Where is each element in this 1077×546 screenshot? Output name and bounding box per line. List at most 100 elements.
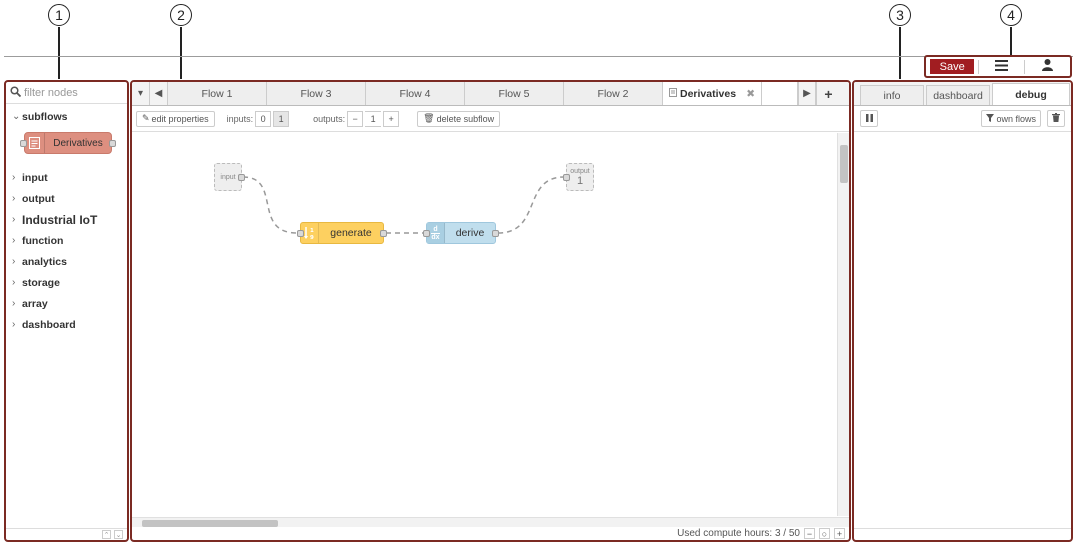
palette-category-function[interactable]: › function xyxy=(6,230,127,251)
subflow-node-label: Derivatives xyxy=(53,137,103,149)
chevron-right-icon: › xyxy=(12,235,16,246)
category-label: array xyxy=(22,297,48,310)
expand-all-button[interactable]: ⌃ xyxy=(102,530,111,539)
node-output-port xyxy=(492,230,499,237)
chevron-right-icon: › xyxy=(12,256,16,267)
palette-category-input[interactable]: › input xyxy=(6,167,127,188)
caret-right-icon: ▶ xyxy=(803,88,811,99)
wire-input-generate xyxy=(242,176,298,234)
subflow-node-derivatives[interactable]: Derivatives xyxy=(20,132,116,154)
user-menu-button[interactable] xyxy=(1029,58,1066,75)
outputs-group: outputs: − 1 + xyxy=(313,110,400,127)
zoom-reset-button[interactable]: ○ xyxy=(819,528,830,539)
collapse-all-button[interactable]: ⌄ xyxy=(114,530,123,539)
pencil-icon: ✎ xyxy=(142,113,150,123)
derive-node[interactable]: d dx derive xyxy=(423,222,499,244)
wire-derive-output xyxy=(497,176,565,234)
scrollbar-thumb[interactable] xyxy=(840,145,848,183)
zoom-out-button[interactable]: − xyxy=(804,528,815,539)
tab-list-dropdown[interactable]: ▾ xyxy=(132,82,150,105)
workspace-tab-bar: ▾ ◀ Flow 1 Flow 3 Flow 4 Flow 5 Flow 2 D… xyxy=(132,82,849,106)
category-label: dashboard xyxy=(22,318,76,331)
edit-properties-button[interactable]: ✎ edit properties xyxy=(136,110,215,127)
node-input-port xyxy=(423,230,430,237)
node-palette: filter nodes ⌄ subflows Derivatives › inp… xyxy=(4,80,129,542)
callout-1-leader xyxy=(58,27,60,79)
subflow-input-node[interactable]: input xyxy=(214,163,245,191)
category-label: analytics xyxy=(22,255,67,268)
palette-category-array[interactable]: › array xyxy=(6,293,127,314)
close-icon[interactable]: ✖ xyxy=(746,88,755,100)
header-controls: Save xyxy=(924,55,1072,78)
subflow-output-node[interactable]: output 1 xyxy=(563,163,594,191)
outputs-value[interactable]: 1 xyxy=(365,110,382,127)
outputs-label: outputs: xyxy=(313,113,346,124)
outputs-increment-button[interactable]: + xyxy=(383,110,400,127)
header-divider xyxy=(1024,59,1026,74)
tab-label: Derivatives xyxy=(680,87,737,100)
palette-category-storage[interactable]: › storage xyxy=(6,272,127,293)
palette-category-analytics[interactable]: › analytics xyxy=(6,251,127,272)
node-output-port xyxy=(238,174,245,181)
category-label: function xyxy=(22,234,64,247)
vertical-scrollbar[interactable] xyxy=(837,133,849,516)
generate-node[interactable]: 19 generate xyxy=(297,222,387,244)
category-label: storage xyxy=(22,276,60,289)
tab-scroll-right[interactable]: ▶ xyxy=(798,82,816,105)
node-output-port xyxy=(380,230,387,237)
category-label: Industrial IoT xyxy=(22,212,98,227)
callout-1: 1 xyxy=(48,4,70,26)
tab-derivatives[interactable]: Derivatives ✖ xyxy=(663,82,762,105)
tab-flow-4[interactable]: Flow 4 xyxy=(366,82,465,105)
chevron-right-icon: › xyxy=(12,214,16,225)
node-label: input xyxy=(220,173,236,181)
tab-flow-3[interactable]: Flow 3 xyxy=(267,82,366,105)
horizontal-scrollbar[interactable] xyxy=(132,517,849,527)
palette-category-industrial-iot[interactable]: › Industrial IoT xyxy=(6,209,127,230)
output-number: 1 xyxy=(576,174,584,187)
tab-scroll-left[interactable]: ◀ xyxy=(150,82,168,105)
scrollbar-thumb[interactable] xyxy=(142,520,278,527)
category-label: subflows xyxy=(22,110,68,123)
tab-flow-2[interactable]: Flow 2 xyxy=(564,82,663,105)
save-button[interactable]: Save xyxy=(930,59,975,74)
tab-flow-5[interactable]: Flow 5 xyxy=(465,82,564,105)
delete-subflow-button[interactable]: 🗑 delete subflow xyxy=(417,110,501,127)
tab-dashboard[interactable]: dashboard xyxy=(926,85,990,105)
tab-debug[interactable]: debug xyxy=(992,83,1070,105)
category-label: input xyxy=(22,171,48,184)
own-flows-filter-button[interactable]: own flows xyxy=(981,110,1041,127)
subflow-toolbar: ✎ edit properties inputs: 0 1 outputs: −… xyxy=(132,106,849,132)
chevron-right-icon: › xyxy=(12,193,16,204)
sidebar-tab-bar: info dashboard debug xyxy=(854,82,1071,106)
callout-4-leader xyxy=(1010,27,1012,55)
edit-properties-label: edit properties xyxy=(151,113,209,124)
pause-button[interactable] xyxy=(860,110,878,127)
clear-debug-button[interactable] xyxy=(1047,110,1065,127)
zoom-in-button[interactable]: + xyxy=(834,528,845,539)
palette-category-subflows[interactable]: ⌄ subflows xyxy=(6,106,127,127)
palette-category-output[interactable]: › output xyxy=(6,188,127,209)
plus-icon: + xyxy=(836,528,843,539)
flow-workspace: ▾ ◀ Flow 1 Flow 3 Flow 4 Flow 5 Flow 2 D… xyxy=(130,80,851,542)
palette-category-dashboard[interactable]: › dashboard xyxy=(6,314,127,335)
chevron-right-icon: › xyxy=(12,298,16,309)
inputs-option-0[interactable]: 0 xyxy=(255,110,272,127)
svg-text:9: 9 xyxy=(310,235,314,240)
main-menu-button[interactable] xyxy=(983,58,1020,75)
minus-icon: − xyxy=(352,113,358,124)
callout-2-leader xyxy=(180,27,182,79)
add-flow-button[interactable]: + xyxy=(816,82,840,105)
plus-icon: + xyxy=(824,85,833,102)
tab-spacer xyxy=(762,82,798,105)
hamburger-menu-icon xyxy=(995,59,1009,74)
inputs-option-1[interactable]: 1 xyxy=(273,110,290,127)
tab-flow-1[interactable]: Flow 1 xyxy=(168,82,267,105)
node-label: derive xyxy=(455,227,485,239)
inputs-group: inputs: 0 1 xyxy=(227,110,290,127)
flow-canvas[interactable]: input 19 generate d dx derive output 1 xyxy=(132,133,837,516)
filter-nodes-field[interactable]: filter nodes xyxy=(6,82,127,104)
tab-info[interactable]: info xyxy=(860,85,924,105)
callout-3-leader xyxy=(899,27,901,79)
outputs-decrement-button[interactable]: − xyxy=(347,110,364,127)
